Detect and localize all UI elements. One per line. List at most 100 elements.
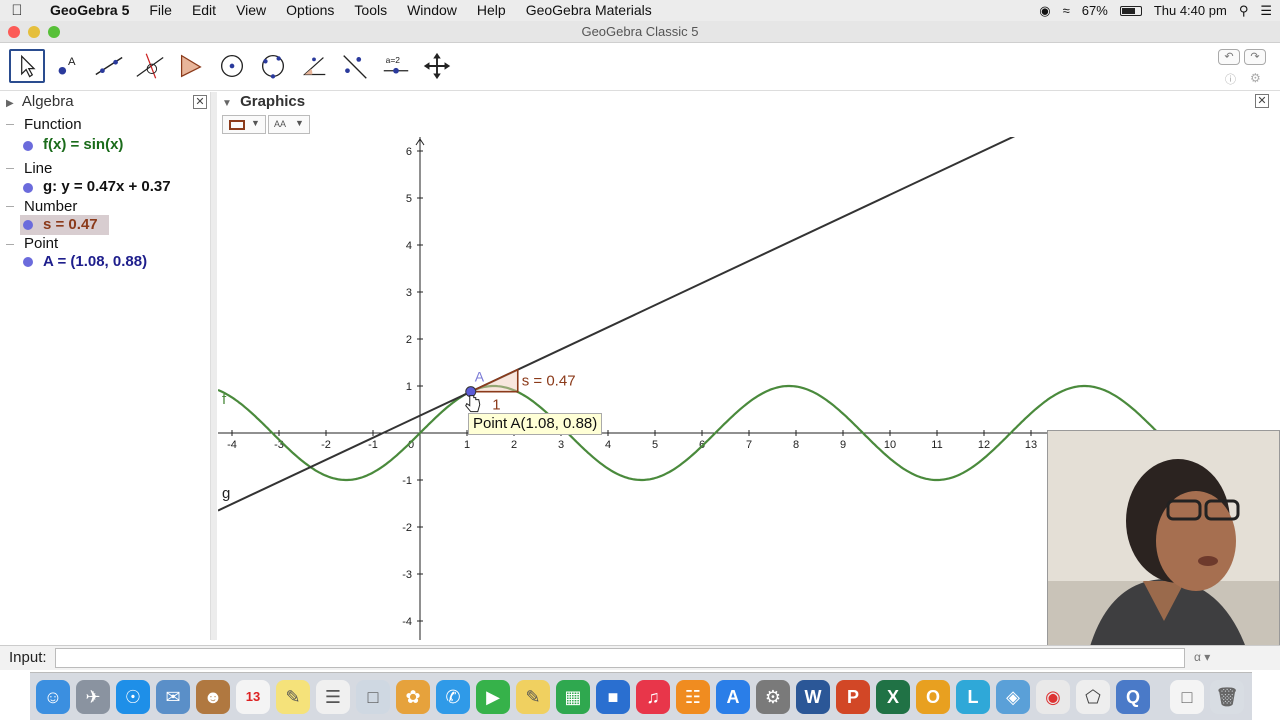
apple-menu-icon[interactable]:  bbox=[0, 2, 34, 19]
quicktime-icon[interactable]: Q bbox=[1116, 680, 1150, 714]
menu-edit[interactable]: Edit bbox=[182, 0, 226, 21]
menu-file[interactable]: File bbox=[139, 0, 182, 21]
settings-gear-icon[interactable]: ⚙ bbox=[1250, 71, 1261, 85]
messages-icon[interactable]: ✆ bbox=[436, 680, 470, 714]
circle-three-points-icon bbox=[261, 54, 285, 79]
close-algebra-icon[interactable]: ✕ bbox=[193, 95, 207, 109]
menu-view[interactable]: View bbox=[226, 0, 276, 21]
battery-icon[interactable] bbox=[1119, 5, 1142, 16]
app-store-icon[interactable]: A bbox=[716, 680, 750, 714]
input-bar: Input: α ▾ bbox=[0, 645, 1280, 670]
contacts-icon[interactable]: ☻ bbox=[196, 680, 230, 714]
point-tool-button[interactable]: A bbox=[50, 49, 86, 83]
visibility-toggle-A[interactable] bbox=[23, 257, 33, 267]
category-number[interactable]: Number bbox=[24, 198, 77, 215]
app-menu[interactable]: GeoGebra 5 bbox=[34, 0, 139, 21]
facetime-icon[interactable]: ▶ bbox=[476, 680, 510, 714]
y-tick-label: -1 bbox=[402, 475, 412, 487]
powerpoint-icon[interactable]: P bbox=[836, 680, 870, 714]
keynote-icon[interactable]: ■ bbox=[596, 680, 630, 714]
close-window-button[interactable] bbox=[8, 26, 20, 38]
input-label: Input: bbox=[9, 649, 47, 666]
numbers-icon[interactable]: ▦ bbox=[556, 680, 590, 714]
system-preferences-icon[interactable]: ⚙ bbox=[756, 680, 790, 714]
close-graphics-icon[interactable]: ✕ bbox=[1255, 94, 1269, 108]
geogebra-icon[interactable]: ⬠ bbox=[1076, 680, 1110, 714]
lync-icon[interactable]: L bbox=[956, 680, 990, 714]
line-tool-button[interactable] bbox=[91, 49, 127, 83]
spotlight-search-icon[interactable]: ⚲ bbox=[1239, 3, 1249, 19]
outlook-icon[interactable]: O bbox=[916, 680, 950, 714]
alpha-symbol-button[interactable]: α ▾ bbox=[1194, 650, 1210, 664]
move-graphics-view-tool-button[interactable] bbox=[419, 49, 455, 83]
documents-folder-icon[interactable]: □ bbox=[1170, 680, 1204, 714]
category-function[interactable]: Function bbox=[24, 116, 82, 133]
excel-icon[interactable]: X bbox=[876, 680, 910, 714]
photos-icon[interactable]: ✿ bbox=[396, 680, 430, 714]
menu-tools[interactable]: Tools bbox=[344, 0, 397, 21]
circle-tool-button[interactable] bbox=[214, 49, 250, 83]
collapse-triangle-icon[interactable]: ▼ bbox=[222, 98, 232, 109]
clock[interactable]: Thu 4:40 pm bbox=[1154, 3, 1227, 18]
y-tick-label: -2 bbox=[402, 522, 412, 534]
menu-geogebra-materials[interactable]: GeoGebra Materials bbox=[516, 0, 662, 21]
polygon-tool-button[interactable] bbox=[173, 49, 209, 83]
visibility-toggle-g[interactable] bbox=[23, 183, 33, 193]
label-style-button[interactable]: AA ▼ bbox=[268, 115, 310, 134]
books-icon[interactable]: ☷ bbox=[676, 680, 710, 714]
menu-options[interactable]: Options bbox=[276, 0, 344, 21]
algebra-item-function[interactable]: f(x) = sin(x) bbox=[43, 136, 123, 153]
color-style-button[interactable]: ▼ bbox=[222, 115, 266, 134]
slider-tool-label: a=2 bbox=[386, 55, 401, 65]
reminders-icon[interactable]: ☰ bbox=[316, 680, 350, 714]
algebra-item-point[interactable]: A = (1.08, 0.88) bbox=[43, 253, 147, 270]
safari-icon[interactable]: ☉ bbox=[116, 680, 150, 714]
slider-tool-button[interactable]: a=2 bbox=[378, 49, 414, 83]
y-tick-label: 3 bbox=[406, 287, 412, 299]
x-tick-label: -4 bbox=[227, 439, 237, 451]
trash-icon[interactable]: 🗑 bbox=[1210, 680, 1244, 714]
record-icon[interactable]: ◉ bbox=[1039, 3, 1050, 19]
perpendicular-tool-button[interactable] bbox=[132, 49, 168, 83]
category-line[interactable]: Line bbox=[24, 160, 52, 177]
word-icon[interactable]: W bbox=[796, 680, 830, 714]
redo-button[interactable]: ↷ bbox=[1244, 49, 1266, 65]
visibility-toggle-f[interactable] bbox=[23, 141, 33, 151]
expand-triangle-icon[interactable]: ▶ bbox=[6, 98, 14, 109]
x-tick-label: 8 bbox=[793, 439, 799, 451]
undo-button[interactable]: ↶ bbox=[1218, 49, 1240, 65]
mail-icon[interactable]: ✉ bbox=[156, 680, 190, 714]
finder-icon[interactable]: ☺ bbox=[36, 680, 70, 714]
notification-center-icon[interactable]: ☰ bbox=[1260, 3, 1272, 19]
help-icon[interactable]: ⓘ bbox=[1225, 71, 1236, 87]
chrome-icon[interactable]: ◉ bbox=[1036, 680, 1070, 714]
y-tick-label: 1 bbox=[406, 381, 412, 393]
visibility-toggle-s[interactable] bbox=[23, 220, 33, 230]
perpendicular-line-icon bbox=[136, 53, 164, 79]
notes-icon[interactable]: ✎ bbox=[276, 680, 310, 714]
zoom-window-button[interactable] bbox=[48, 26, 60, 38]
minimize-window-button[interactable] bbox=[28, 26, 40, 38]
point-A-label: A bbox=[475, 369, 485, 385]
music-icon[interactable]: ♫ bbox=[636, 680, 670, 714]
x-tick-label: 5 bbox=[652, 439, 658, 451]
circle-three-points-tool-button[interactable] bbox=[255, 49, 291, 83]
toolbar: A a=2 ↶ ↷ ⓘ ⚙ bbox=[0, 43, 1280, 91]
algebra-item-number[interactable]: s = 0.47 bbox=[43, 216, 98, 233]
move-tool-button[interactable] bbox=[9, 49, 45, 83]
menu-window[interactable]: Window bbox=[397, 0, 467, 21]
algebra-item-line[interactable]: g: y = 0.47x + 0.37 bbox=[43, 178, 171, 195]
polygon-icon bbox=[180, 54, 202, 78]
calendar-icon[interactable]: 13 bbox=[236, 680, 270, 714]
panel-splitter[interactable] bbox=[210, 92, 217, 640]
launchpad-icon[interactable]: ✈ bbox=[76, 680, 110, 714]
network-icon[interactable]: ◈ bbox=[996, 680, 1030, 714]
pages-icon[interactable]: ✎ bbox=[516, 680, 550, 714]
input-field[interactable] bbox=[55, 648, 1185, 668]
menu-help[interactable]: Help bbox=[467, 0, 516, 21]
category-point[interactable]: Point bbox=[24, 235, 58, 252]
reflect-tool-button[interactable] bbox=[337, 49, 373, 83]
wifi-icon[interactable]: ≈ bbox=[1063, 3, 1070, 18]
preview-icon[interactable]: □ bbox=[356, 680, 390, 714]
angle-tool-button[interactable] bbox=[296, 49, 332, 83]
